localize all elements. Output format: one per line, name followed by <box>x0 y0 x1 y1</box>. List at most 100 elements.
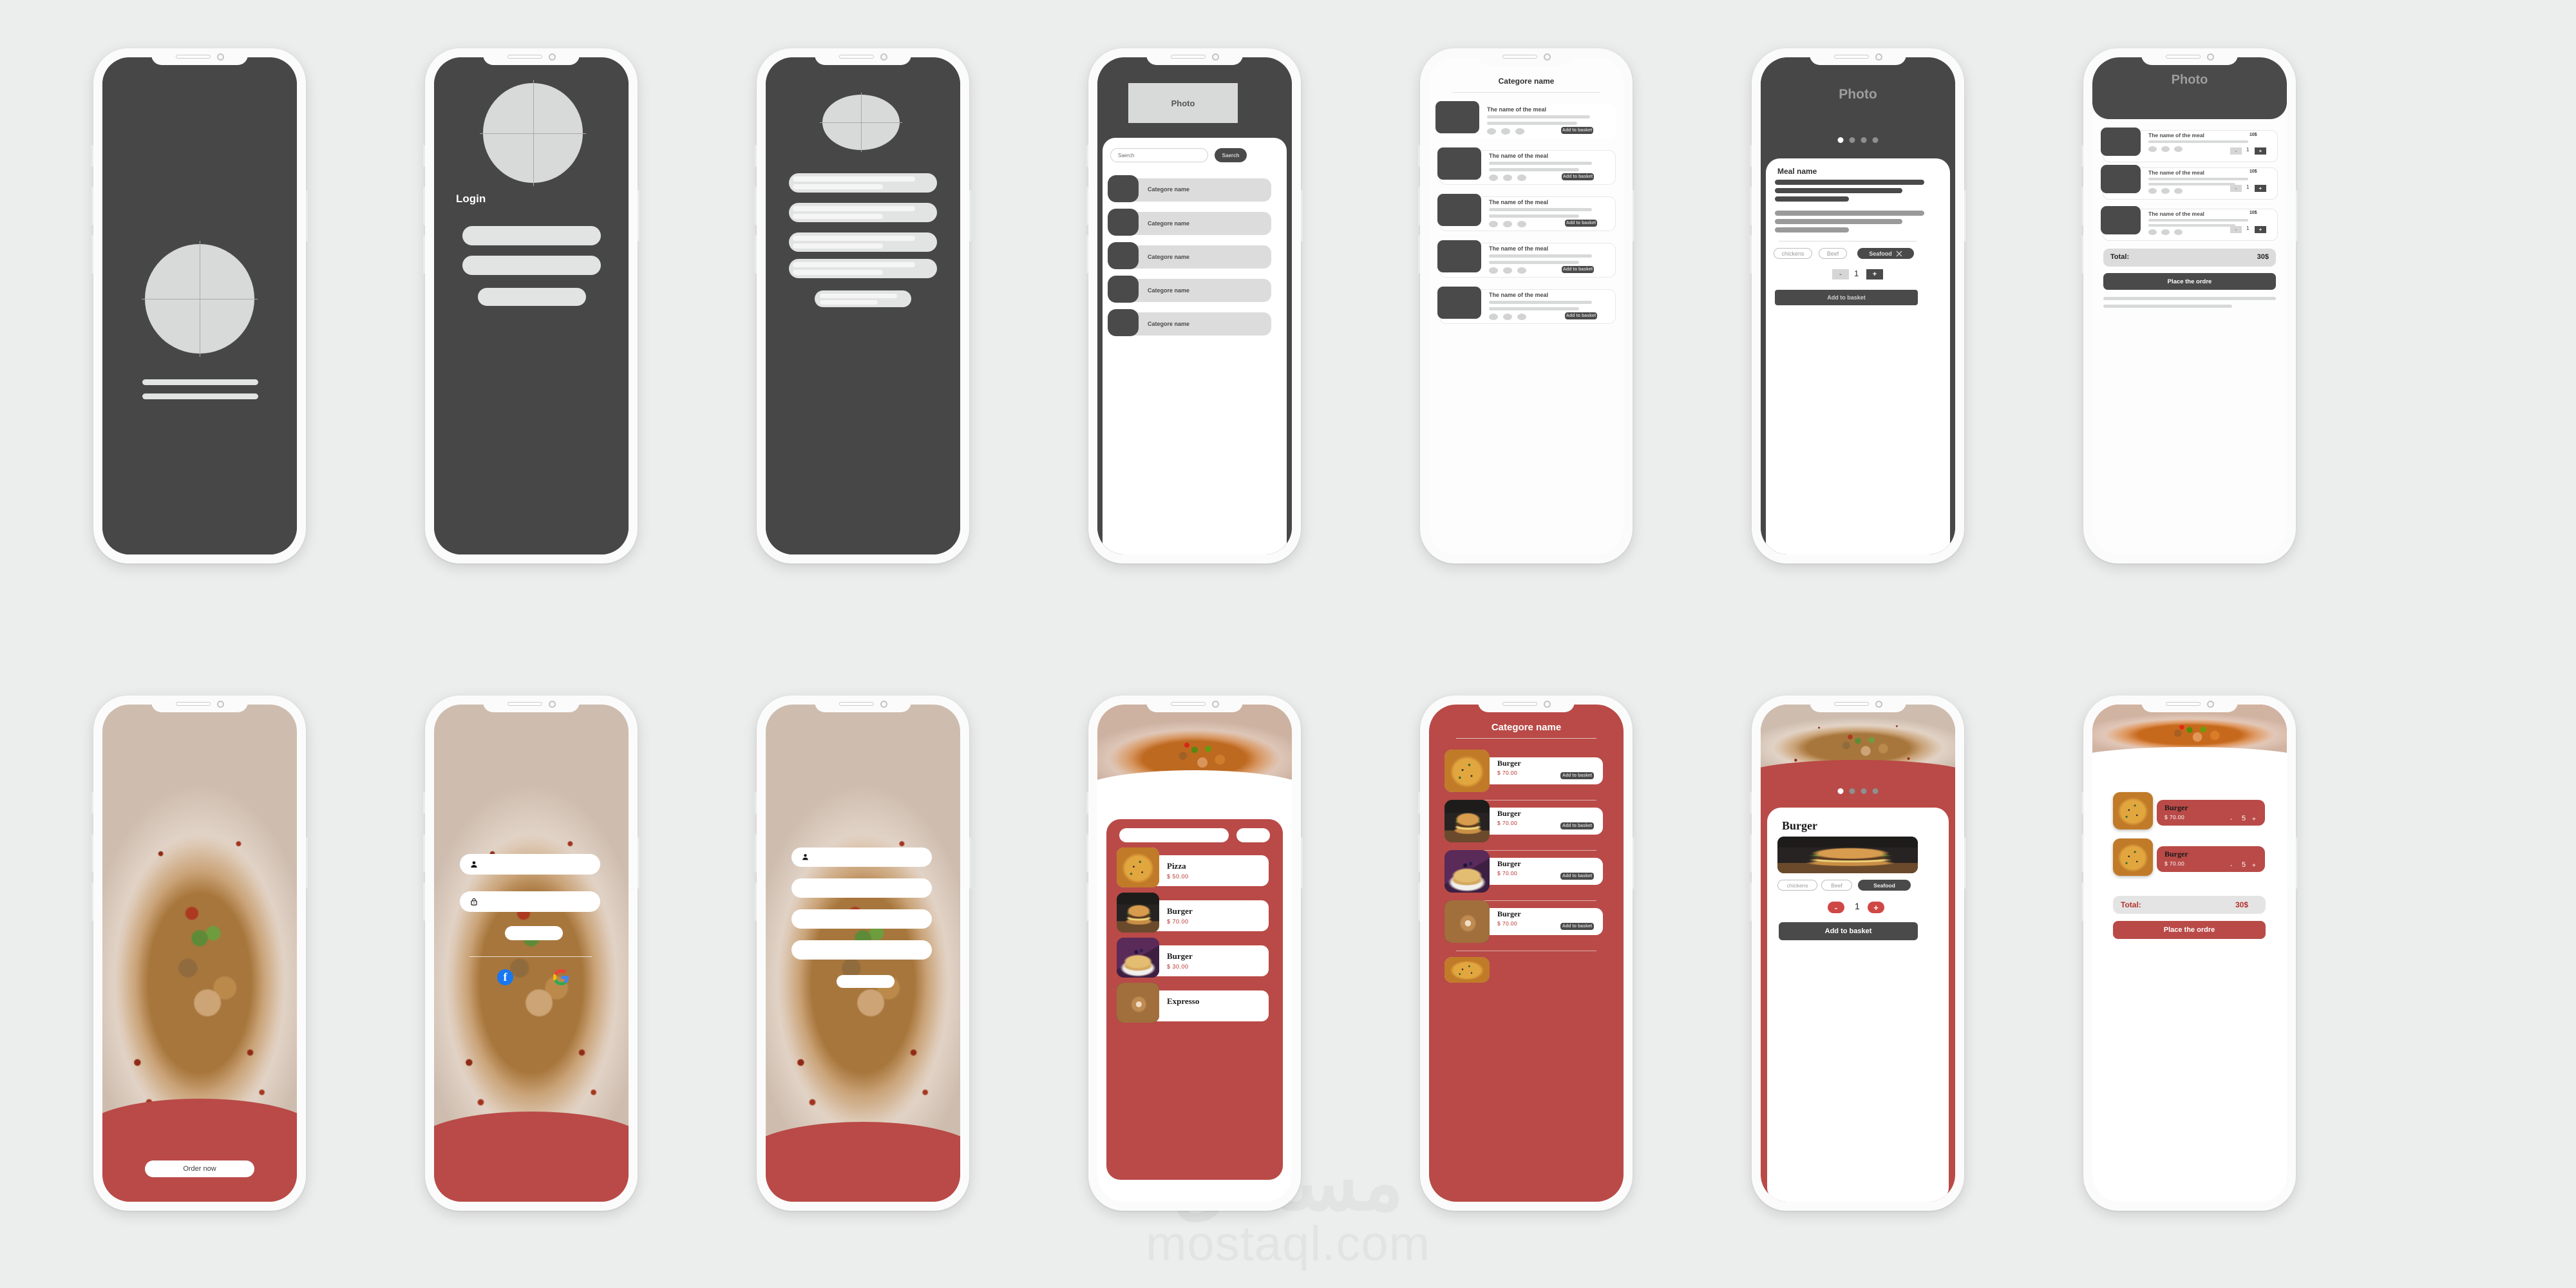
carousel-dot[interactable] <box>1872 788 1879 794</box>
carousel-dots[interactable] <box>1837 137 1879 143</box>
username-field[interactable] <box>460 854 600 875</box>
add-to-basket-button[interactable]: Add to basket <box>1562 266 1594 273</box>
order-now-button[interactable]: Order now <box>145 1160 254 1177</box>
carousel-dot[interactable] <box>1837 137 1844 143</box>
wireframe-login-screen: Login <box>434 57 629 554</box>
google-icon[interactable] <box>553 969 569 985</box>
option-dot <box>2174 146 2183 152</box>
login-button[interactable] <box>478 288 586 306</box>
register-field-4[interactable] <box>791 940 932 960</box>
add-to-basket-button[interactable]: Add to basket <box>1562 173 1594 180</box>
search-button[interactable] <box>1236 828 1270 842</box>
menu-item-thumb <box>1117 983 1159 1023</box>
carousel-dot[interactable] <box>1849 788 1855 794</box>
option-dot <box>1489 314 1498 320</box>
qty-increase-button[interactable]: + <box>1866 269 1883 279</box>
qty-increase-button[interactable]: + <box>2255 185 2266 192</box>
cart-item-title: The name of the meal <box>2148 169 2204 176</box>
qty-increase-button[interactable]: + <box>2255 147 2266 155</box>
camera-icon <box>1211 53 1219 61</box>
menu-item-thumb <box>1117 893 1159 933</box>
person-icon <box>802 854 808 860</box>
add-to-basket-button[interactable]: Add to basket <box>1560 822 1594 829</box>
option-dot <box>1517 221 1526 227</box>
search-input[interactable]: Saerch <box>1110 148 1208 162</box>
search-input[interactable] <box>1119 828 1229 842</box>
register-field-3[interactable] <box>791 909 932 929</box>
place-order-button[interactable]: Place the ordre <box>2113 921 2266 939</box>
carousel-dot[interactable] <box>1861 137 1867 143</box>
add-to-basket-button[interactable]: Add to basket <box>1565 220 1597 227</box>
option-dot <box>2148 229 2157 235</box>
register-field-2[interactable] <box>791 878 932 898</box>
qty-increase-button[interactable]: + <box>2255 226 2266 233</box>
qty-decrease-button[interactable]: - <box>1828 902 1844 913</box>
cart-item-name: Burger <box>2164 803 2188 812</box>
add-to-basket-button[interactable]: Add to basket <box>1561 127 1593 134</box>
carousel-dot[interactable] <box>1837 788 1844 794</box>
meal-name: Meal name <box>1777 167 1817 176</box>
login-submit-button[interactable] <box>505 926 563 940</box>
mockup-home-phone: Pizza $ 50.00 Burger $ 70.00 Burger $ 30… <box>1086 696 1303 1211</box>
qty-decrease-button[interactable]: - <box>2230 862 2232 869</box>
password-field[interactable] <box>460 891 600 912</box>
category-item-price: $ 70.00 <box>1497 870 1518 876</box>
camera-icon <box>216 53 224 61</box>
total-label: Total: <box>2110 253 2130 261</box>
add-to-basket-button[interactable]: Add to basket <box>1565 312 1597 319</box>
tag-beef[interactable]: Beef <box>1821 880 1852 891</box>
option-dot <box>1489 175 1498 181</box>
category-item[interactable] <box>1475 908 1603 935</box>
add-to-basket-button[interactable]: Add to basket <box>1560 923 1594 930</box>
tag-chickens[interactable]: chickens <box>1777 880 1817 891</box>
search-button[interactable]: Saerch <box>1215 148 1247 162</box>
detail-hero-photo <box>1761 705 1955 782</box>
notch <box>1478 48 1575 65</box>
carousel-dot[interactable] <box>1849 137 1855 143</box>
facebook-icon[interactable]: f <box>497 969 513 985</box>
qty-increase-button[interactable]: + <box>1868 902 1884 913</box>
cart-item-thumb <box>2113 838 2153 876</box>
tag-seafood-label: Seafood <box>1869 250 1892 257</box>
notch <box>1146 696 1243 712</box>
carousel-dot[interactable] <box>1861 788 1867 794</box>
place-order-button[interactable]: Place the ordre <box>2103 273 2276 290</box>
qty-increase-button[interactable]: + <box>2252 862 2256 869</box>
camera-icon <box>1543 700 1551 708</box>
tag-seafood[interactable]: Seafood <box>1858 880 1911 891</box>
qty-decrease-button[interactable]: - <box>2230 226 2242 233</box>
add-to-basket-button[interactable]: Add to basket <box>1779 922 1918 940</box>
category-item[interactable] <box>1475 808 1603 835</box>
category-item[interactable] <box>1475 858 1603 885</box>
close-icon[interactable] <box>1896 251 1902 257</box>
carousel-dots[interactable] <box>1837 788 1879 794</box>
password-field[interactable] <box>462 256 601 275</box>
option-dot <box>1515 128 1524 135</box>
total-value: 30$ <box>2235 900 2249 909</box>
qty-decrease-button[interactable]: - <box>2230 816 2232 823</box>
tag-chickens[interactable]: chickens <box>1774 248 1812 259</box>
carousel-dot[interactable] <box>1872 137 1879 143</box>
divider <box>469 956 592 957</box>
add-to-basket-button[interactable]: Add to basket <box>1560 873 1594 880</box>
username-field[interactable] <box>462 226 601 245</box>
category-item[interactable] <box>1475 757 1603 784</box>
add-to-basket-button[interactable]: Add to basket <box>1775 290 1918 305</box>
register-field-1[interactable] <box>791 848 932 867</box>
mockup-category-phone: Categore name Burger $ 70.00 Add to bask… <box>1418 696 1634 1211</box>
camera-icon <box>216 700 224 708</box>
tag-beef[interactable]: Beef <box>1819 248 1847 259</box>
camera-icon <box>1875 700 1882 708</box>
qty-decrease-button[interactable]: - <box>1832 269 1849 279</box>
category-item-price: $ 70.00 <box>1497 770 1518 776</box>
qty-increase-button[interactable]: + <box>2252 816 2256 823</box>
category-thumb <box>1108 175 1139 202</box>
register-submit-button[interactable] <box>837 975 895 988</box>
tag-seafood[interactable]: Seafood <box>1857 248 1914 259</box>
camera-icon <box>880 700 887 708</box>
speaker-icon <box>1833 702 1869 706</box>
qty-decrease-button[interactable]: - <box>2230 185 2242 192</box>
add-to-basket-button[interactable]: Add to basket <box>1560 772 1594 779</box>
qty-decrease-button[interactable]: - <box>2230 147 2242 155</box>
register-button[interactable] <box>815 290 911 307</box>
